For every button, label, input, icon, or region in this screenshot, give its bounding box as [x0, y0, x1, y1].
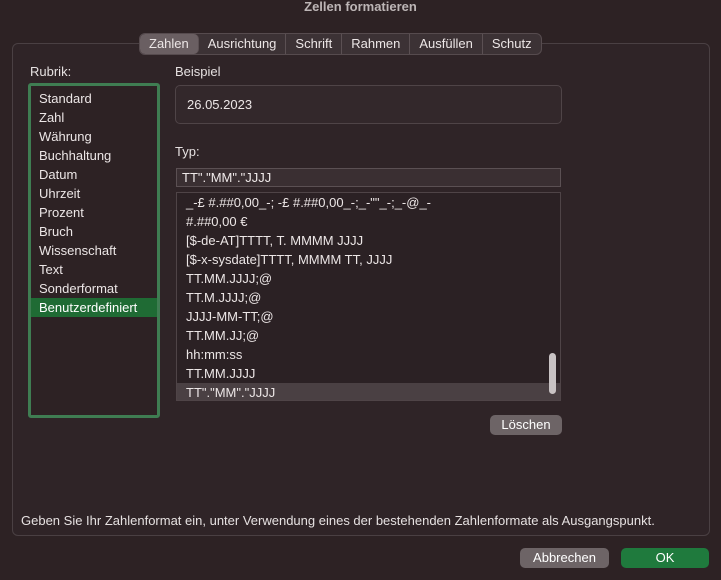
rubrik-item-uhrzeit[interactable]: Uhrzeit — [31, 184, 157, 203]
window-title: Zellen formatieren — [304, 0, 417, 14]
rubrik-item-bruch[interactable]: Bruch — [31, 222, 157, 241]
type-list-item[interactable]: TT.MM.JJJJ — [177, 364, 560, 383]
type-list-scrollbar[interactable] — [549, 353, 556, 394]
tab-ausrichtung[interactable]: Ausrichtung — [199, 34, 287, 54]
tab-ausfuellen[interactable]: Ausfüllen — [410, 34, 483, 54]
type-list-item-selected[interactable]: TT"."MM"."JJJJ — [177, 383, 560, 400]
rubrik-item-standard[interactable]: Standard — [31, 89, 157, 108]
rubrik-item-sonderformat[interactable]: Sonderformat — [31, 279, 157, 298]
rubrik-item-text[interactable]: Text — [31, 260, 157, 279]
type-list-item[interactable]: TT.MM.JJ;@ — [177, 326, 560, 345]
tab-rahmen[interactable]: Rahmen — [342, 34, 411, 54]
rubrik-item-prozent[interactable]: Prozent — [31, 203, 157, 222]
ok-button[interactable]: OK — [621, 548, 709, 568]
tab-schutz[interactable]: Schutz — [483, 34, 541, 54]
format-type-list[interactable]: _-£ #.##0,00_-; -£ #.##0,00_-;_-""_-;_-@… — [176, 192, 561, 401]
type-list-item[interactable]: [$-de-AT]TTTT, T. MMMM JJJJ — [177, 231, 560, 250]
type-list-item[interactable]: TT.MM.JJJJ;@ — [177, 269, 560, 288]
delete-button[interactable]: Löschen — [490, 415, 562, 435]
tab-zahlen[interactable]: Zahlen — [140, 34, 199, 54]
example-preview: 26.05.2023 — [175, 85, 562, 124]
format-type-input[interactable]: TT"."MM"."JJJJ — [176, 168, 561, 187]
typ-label: Typ: — [175, 144, 200, 159]
hint-text: Geben Sie Ihr Zahlenformat ein, unter Ve… — [21, 513, 655, 528]
type-list-item[interactable]: JJJJ-MM-TT;@ — [177, 307, 560, 326]
cancel-button[interactable]: Abbrechen — [520, 548, 609, 568]
rubrik-item-wissenschaft[interactable]: Wissenschaft — [31, 241, 157, 260]
rubrik-label: Rubrik: — [30, 64, 72, 79]
rubrik-item-waehrung[interactable]: Währung — [31, 127, 157, 146]
type-list-item[interactable]: hh:mm:ss — [177, 345, 560, 364]
rubrik-list: Standard Zahl Währung Buchhaltung Datum … — [28, 83, 160, 418]
type-list-item[interactable]: _-£ #.##0,00_-; -£ #.##0,00_-;_-""_-;_-@… — [177, 193, 560, 212]
beispiel-label: Beispiel — [175, 64, 221, 79]
rubrik-item-buchhaltung[interactable]: Buchhaltung — [31, 146, 157, 165]
type-list-item[interactable]: #.##0,00 € — [177, 212, 560, 231]
tab-schrift[interactable]: Schrift — [286, 34, 343, 54]
rubrik-item-zahl[interactable]: Zahl — [31, 108, 157, 127]
rubrik-item-benutzerdefiniert[interactable]: Benutzerdefiniert — [31, 298, 157, 317]
type-list-item[interactable]: TT.M.JJJJ;@ — [177, 288, 560, 307]
type-list-item[interactable]: [$-x-sysdate]TTTT, MMMM TT, JJJJ — [177, 250, 560, 269]
rubrik-item-datum[interactable]: Datum — [31, 165, 157, 184]
tab-bar: Zahlen Ausrichtung Schrift Rahmen Ausfül… — [139, 33, 542, 55]
